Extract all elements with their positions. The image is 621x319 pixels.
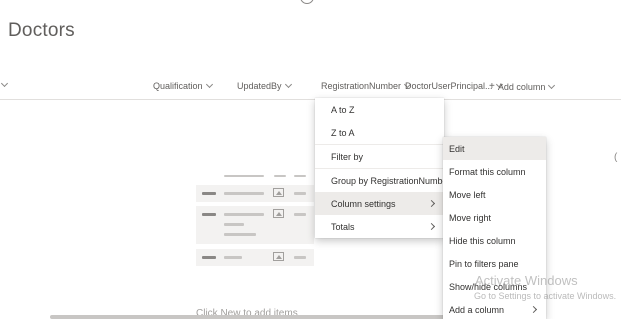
placeholder-bar	[294, 192, 306, 195]
menu-item-label: Totals	[331, 221, 355, 232]
placeholder-bar	[224, 233, 256, 236]
menu-item-label: Pin to filters pane	[449, 258, 519, 269]
column-header-label: DoctorUserPrincipal...	[405, 81, 493, 91]
placeholder-bar	[294, 175, 306, 177]
placeholder-bar	[224, 175, 264, 177]
add-column-label: Add column	[497, 81, 546, 92]
menu-item-totals[interactable]: Totals	[315, 215, 444, 238]
menu-item-pin-to-filters[interactable]: Pin to filters pane	[443, 252, 546, 275]
menu-item-label: Group by RegistrationNumber	[331, 175, 451, 186]
placeholder-bar	[294, 213, 306, 216]
column-header-label: Qualification	[153, 81, 203, 91]
placeholder-bar	[202, 192, 216, 195]
placeholder-bar	[202, 256, 216, 259]
placeholder-bar	[224, 213, 264, 216]
loading-arc	[300, 0, 314, 4]
chevron-right-icon	[529, 305, 538, 314]
placeholder-bar	[274, 175, 286, 177]
column-header-updatedby[interactable]: UpdatedBy	[237, 80, 292, 91]
placeholder-bar	[294, 256, 306, 259]
image-placeholder-icon	[273, 188, 284, 197]
placeholder-bar	[224, 223, 244, 226]
menu-item-move-left[interactable]: Move left	[443, 183, 546, 206]
menu-item-sort-z-to-a[interactable]: Z to A	[315, 121, 444, 144]
placeholder-bar	[224, 192, 264, 195]
plus-icon: +	[489, 81, 495, 92]
menu-item-hide-column[interactable]: Hide this column	[443, 229, 546, 252]
menu-item-label: Column settings	[331, 198, 396, 209]
chevron-down-icon	[548, 81, 556, 89]
menu-item-sort-a-to-z[interactable]: A to Z	[315, 98, 444, 121]
menu-item-label: A to Z	[331, 104, 355, 115]
placeholder-row-shade	[196, 206, 314, 244]
image-placeholder-icon	[273, 252, 284, 261]
add-column-button[interactable]: + Add column	[489, 81, 556, 92]
placeholder-bar	[202, 213, 216, 216]
image-placeholder-icon	[273, 209, 284, 218]
menu-item-label: Add a column	[449, 304, 505, 315]
activation-watermark-subtitle: Go to Settings to activate Windows.	[474, 291, 617, 301]
menu-item-format-column[interactable]: Format this column	[443, 160, 546, 183]
chevron-right-icon	[427, 222, 436, 231]
menu-item-label: Filter by	[331, 151, 364, 162]
column-header-row: Qualification UpdatedBy RegistrationNumb…	[0, 76, 621, 100]
menu-item-label: Move left	[449, 189, 486, 200]
menu-item-add-column[interactable]: Add a column	[443, 298, 546, 319]
chevron-down-icon	[284, 80, 292, 89]
menu-item-label: Format this column	[449, 166, 526, 177]
menu-item-label: Move right	[449, 212, 492, 223]
page-title: Doctors	[8, 20, 75, 41]
menu-item-label: Z to A	[331, 127, 355, 138]
chevron-right-icon	[427, 199, 436, 208]
placeholder-bar	[224, 256, 242, 259]
column-header-registrationnumber[interactable]: RegistrationNumber	[321, 80, 412, 91]
activation-watermark-title: Activate Windows	[475, 273, 578, 288]
menu-item-filter-by[interactable]: Filter by	[315, 145, 444, 168]
column-dropdown-menu: A to Z Z to A Filter by Group by Registr…	[315, 98, 451, 238]
column-header-label: RegistrationNumber	[321, 81, 402, 91]
chevron-down-icon	[205, 80, 213, 89]
menu-item-column-settings[interactable]: Column settings	[315, 192, 444, 215]
menu-item-group-by[interactable]: Group by RegistrationNumber	[315, 169, 451, 192]
menu-item-label: Hide this column	[449, 235, 516, 246]
column-header-qualification[interactable]: Qualification	[153, 80, 213, 91]
menu-item-edit[interactable]: Edit	[443, 137, 546, 160]
menu-item-move-right[interactable]: Move right	[443, 206, 546, 229]
column-header-doctoruserprincipal[interactable]: DoctorUserPrincipal...	[405, 80, 503, 91]
column-header-label: UpdatedBy	[237, 81, 282, 91]
menu-item-label: Edit	[449, 143, 465, 154]
chevron-down-icon[interactable]	[0, 79, 9, 88]
edge-glyph: (	[614, 152, 618, 163]
horizontal-scrollbar[interactable]	[50, 315, 450, 319]
